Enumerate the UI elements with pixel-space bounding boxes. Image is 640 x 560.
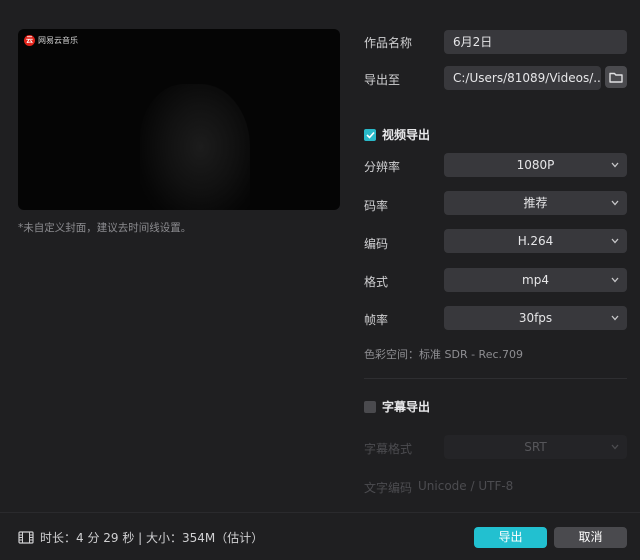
name-label: 作品名称: [364, 36, 413, 50]
chevron-down-icon: [611, 277, 619, 283]
chevron-down-icon: [611, 200, 619, 206]
codec-value: H.264: [517, 234, 554, 248]
framerate-value: 30fps: [518, 311, 553, 325]
video-preview: 云 网易云音乐: [18, 29, 340, 210]
film-icon: [18, 531, 34, 544]
color-space-info: 色彩空间：标准 SDR - Rec.709: [364, 348, 524, 361]
folder-icon: [609, 72, 623, 83]
format-select[interactable]: mp4: [444, 268, 627, 292]
format-value: mp4: [522, 273, 549, 287]
subtitle-format-select[interactable]: SRT: [444, 435, 627, 459]
export-summary: 时长：4 分 29 秒 | 大小：354M（估计）: [18, 529, 263, 546]
browse-folder-button[interactable]: [605, 66, 627, 88]
duration-size-info: 时长：4 分 29 秒 | 大小：354M（估计）: [40, 531, 264, 545]
resolution-value: 1080P: [516, 158, 555, 172]
subtitle-format-value: SRT: [524, 440, 547, 454]
chevron-down-icon: [611, 444, 619, 450]
subtitle-encoding-label: 文字编码: [364, 481, 413, 495]
bitrate-label: 码率: [364, 199, 389, 213]
footer-divider: [0, 512, 640, 513]
subtitle-format-label: 字幕格式: [364, 442, 413, 456]
codec-select[interactable]: H.264: [444, 229, 627, 253]
resolution-select[interactable]: 1080P: [444, 153, 627, 177]
chevron-down-icon: [611, 162, 619, 168]
name-field[interactable]: 6月2日: [444, 30, 627, 54]
cover-hint: *未自定义封面，建议去时间线设置。: [18, 222, 192, 234]
framerate-label: 帧率: [364, 313, 389, 327]
framerate-select[interactable]: 30fps: [444, 306, 627, 330]
subtitle-export-section[interactable]: 字幕导出: [364, 398, 430, 415]
check-icon: [365, 131, 375, 139]
bitrate-value: 推荐: [523, 196, 548, 210]
export-button[interactable]: 导出: [474, 527, 547, 548]
cancel-button[interactable]: 取消: [554, 527, 627, 548]
chevron-down-icon: [611, 315, 619, 321]
watermark: 云 网易云音乐: [24, 35, 78, 46]
export-path-field[interactable]: C:/Users/81089/Videos/...: [444, 66, 601, 90]
resolution-label: 分辨率: [364, 160, 401, 174]
video-export-title: 视频导出: [382, 128, 431, 142]
video-export-checkbox[interactable]: [364, 128, 376, 141]
subtitle-export-title: 字幕导出: [382, 400, 431, 414]
codec-label: 编码: [364, 237, 389, 251]
divider: [364, 378, 627, 379]
export-to-label: 导出至: [364, 73, 401, 87]
format-label: 格式: [364, 275, 389, 289]
chevron-down-icon: [611, 238, 619, 244]
netease-music-logo-icon: 云: [24, 35, 35, 46]
subtitle-encoding-value: Unicode / UTF-8: [418, 479, 514, 493]
preview-figure: [140, 84, 250, 210]
video-export-section[interactable]: 视频导出: [364, 126, 430, 143]
subtitle-export-checkbox[interactable]: [364, 400, 376, 413]
bitrate-select[interactable]: 推荐: [444, 191, 627, 215]
watermark-text: 网易云音乐: [38, 36, 78, 45]
